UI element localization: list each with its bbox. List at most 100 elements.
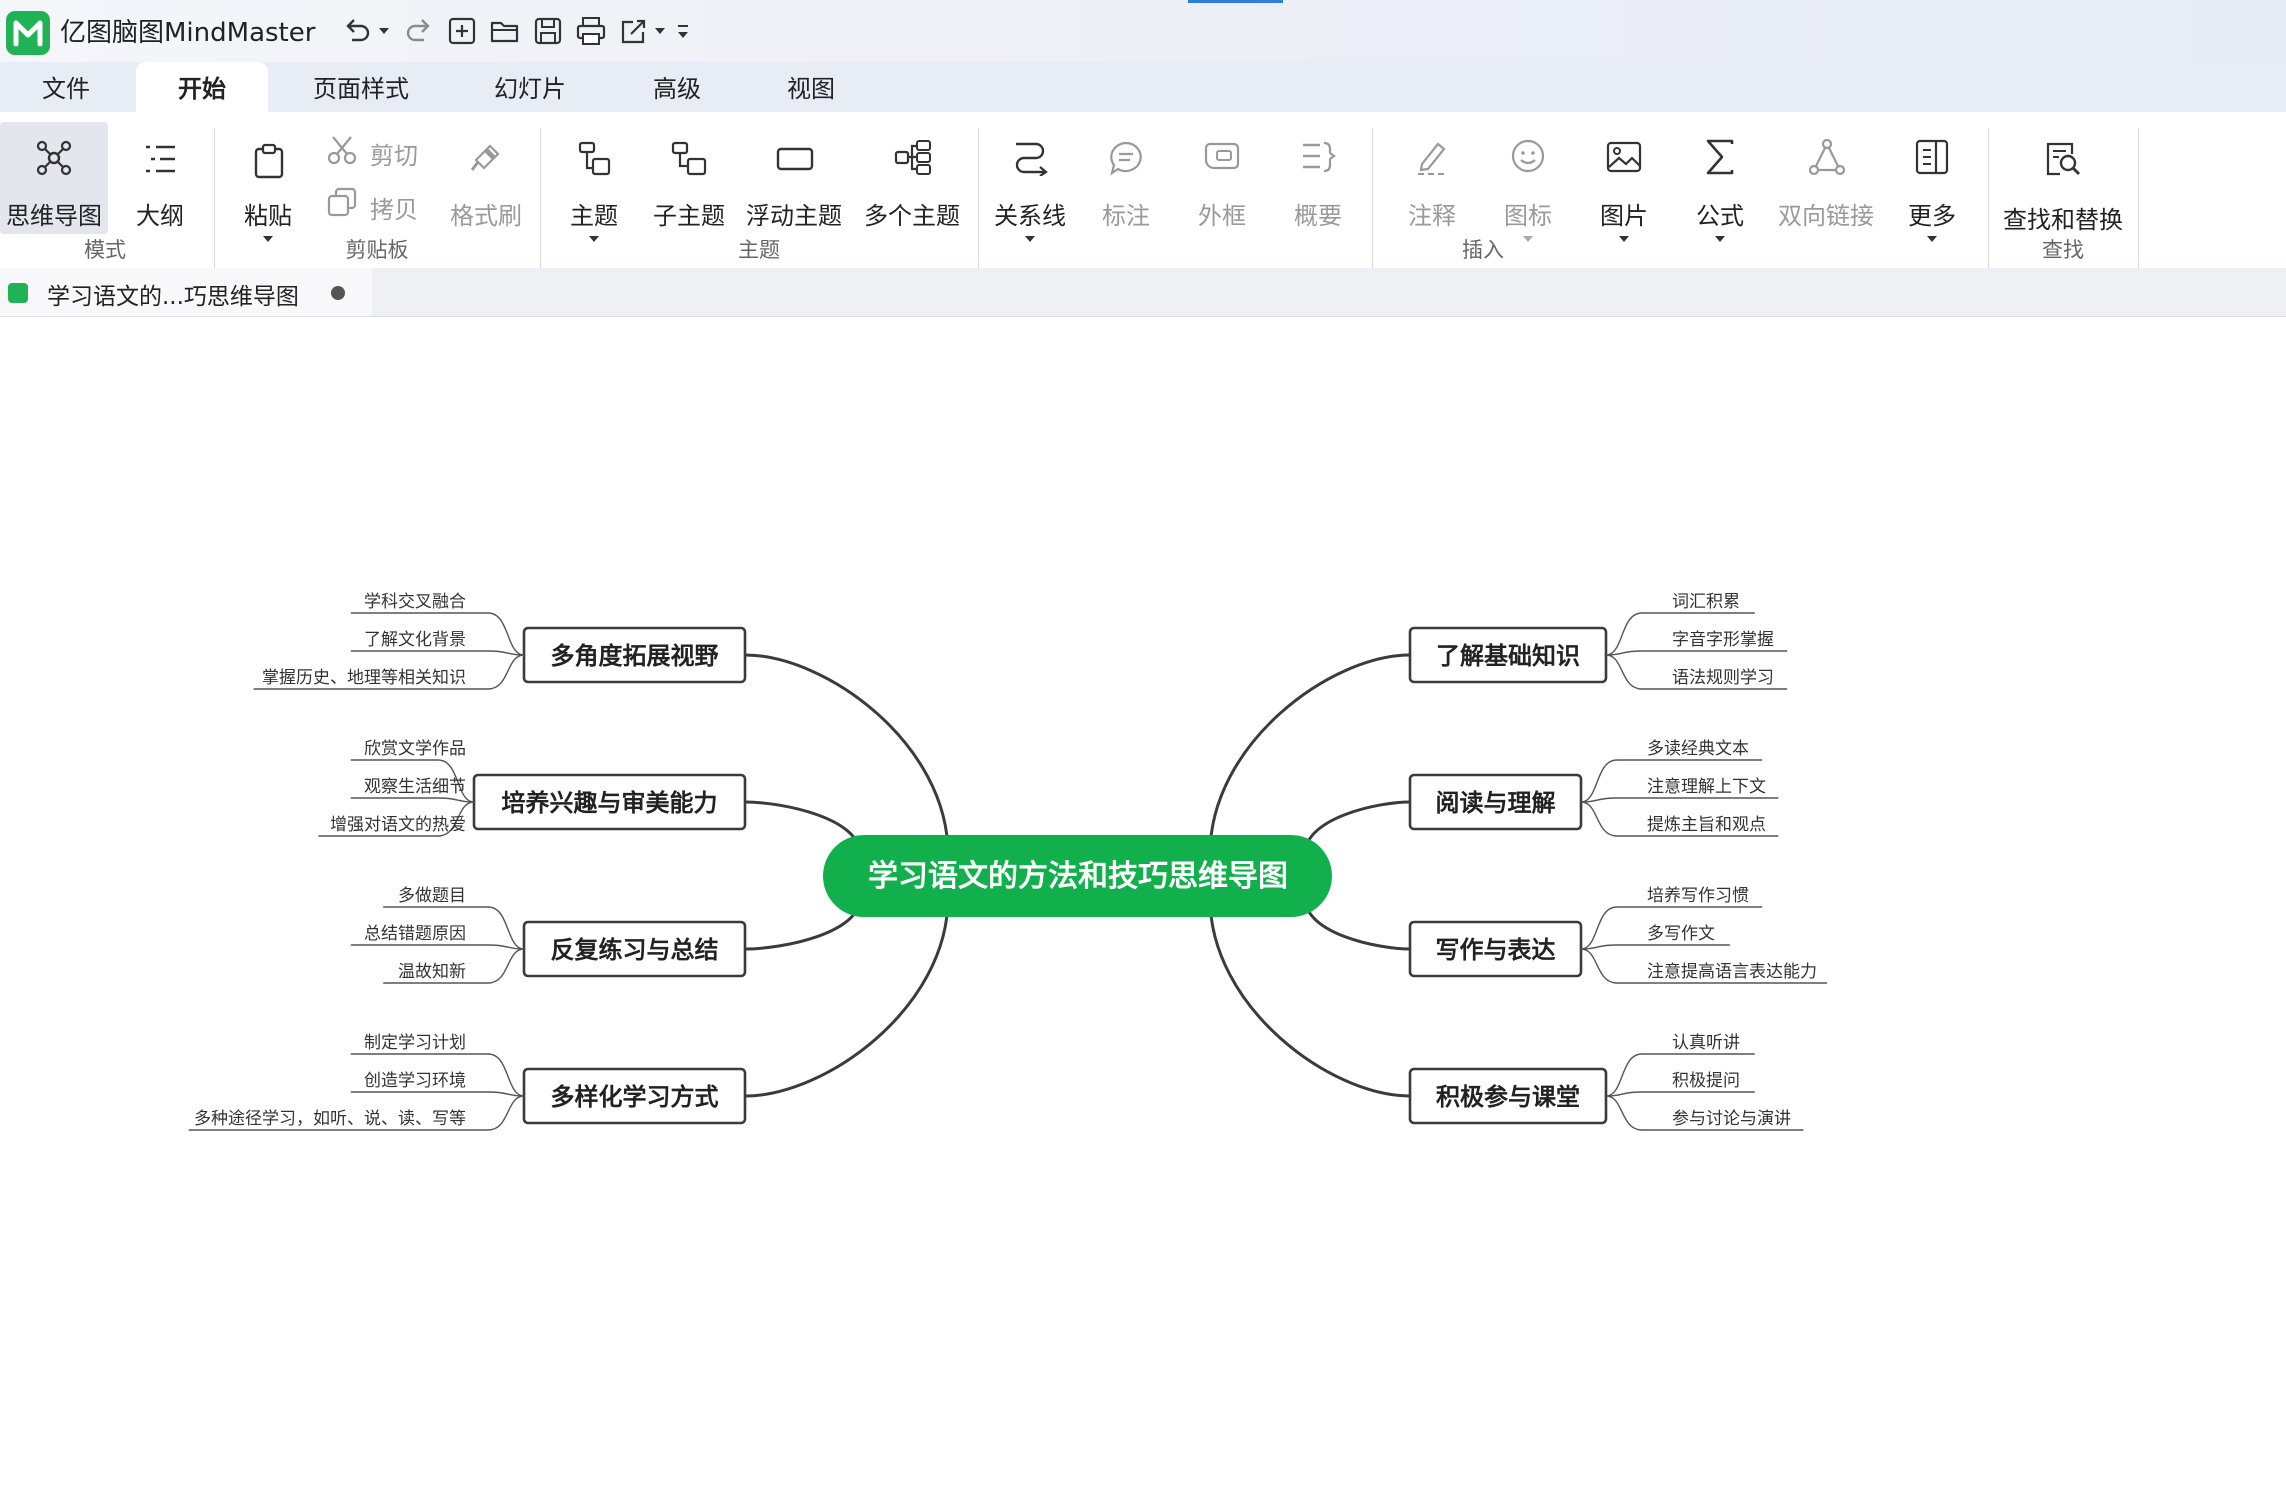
more-button[interactable]: 更多 — [1892, 122, 1972, 252]
topic-node-label: 反复练习与总结 — [551, 936, 719, 964]
summary-label: 概要 — [1294, 202, 1342, 230]
mindmap-canvas[interactable]: 多角度拓展视野 学科交叉融合 了解文化背景掌握历史、地理等相关知识培养兴趣与审美能力… — [0, 316, 2286, 1492]
group-label-clipboard: 剪贴板 — [345, 238, 409, 262]
mindmap-mode-label: 思维导图 — [6, 202, 102, 230]
menu-tab-page-style[interactable]: 页面样式 — [292, 62, 430, 112]
add-subtopic-button[interactable]: 子主题 — [650, 122, 728, 234]
subtopic-label[interactable]: 欣赏文学作品 — [364, 739, 466, 759]
bidirectional-link-label: 双向链接 — [1778, 202, 1874, 230]
mindmap-mode-icon — [36, 140, 72, 176]
topic-node[interactable]: 写作与表达 — [1408, 920, 1583, 978]
unsaved-indicator[interactable] — [331, 286, 345, 300]
export-dropdown-icon[interactable] — [655, 28, 665, 34]
save-icon[interactable] — [531, 14, 565, 48]
topic-node[interactable]: 了解基础知识 — [1408, 626, 1608, 684]
subtopic-label[interactable]: 积极提问 — [1672, 1071, 1740, 1091]
subtopic-connector — [350, 650, 525, 656]
topic-node[interactable]: 多角度拓展视野 — [522, 626, 747, 684]
note-label: 注释 — [1408, 202, 1456, 230]
menu-tab-home[interactable]: 开始 — [136, 62, 268, 112]
floating-topic-icon — [776, 147, 814, 171]
subtopic-label[interactable]: 多做题目 — [398, 886, 466, 906]
subtopic-label[interactable]: 温故知新 — [398, 962, 466, 982]
callout-button[interactable]: 标注 — [1086, 122, 1166, 234]
callout-label: 标注 — [1102, 202, 1150, 230]
print-icon[interactable] — [574, 14, 608, 48]
format-painter-button[interactable]: 格式刷 — [446, 122, 526, 234]
subtopic-label[interactable]: 提炼主旨和观点 — [1647, 815, 1766, 835]
branch-connector — [744, 653, 950, 855]
root-topic-node[interactable]: 学习语文的方法和技巧思维导图 — [823, 835, 1332, 917]
open-folder-icon[interactable] — [488, 14, 522, 48]
menu-tab-slides[interactable]: 幻灯片 — [470, 62, 590, 112]
boundary-button[interactable]: 外框 — [1182, 122, 1262, 234]
undo-dropdown-icon[interactable] — [379, 28, 389, 34]
subtopic-label[interactable]: 掌握历史、地理等相关知识 — [262, 668, 466, 688]
subtopic-label[interactable]: 多写作文 — [1647, 924, 1715, 944]
paste-button[interactable]: 粘贴 — [232, 122, 304, 252]
menu-tab-advanced[interactable]: 高级 — [626, 62, 728, 112]
topic-node-label: 阅读与理解 — [1436, 789, 1556, 817]
subtopic-connector — [1605, 1091, 1755, 1097]
subtopic-label[interactable]: 注意提高语言表达能力 — [1647, 962, 1817, 982]
find-replace-button[interactable]: 查找和替换 — [1998, 122, 2128, 234]
topic-node[interactable]: 多样化学习方式 — [522, 1067, 747, 1125]
subtopic-label[interactable]: 多种途径学习，如听、说、读、写等 — [194, 1109, 466, 1129]
subtopic-label[interactable]: 总结错题原因 — [364, 924, 466, 944]
formula-button[interactable]: 公式 — [1680, 122, 1760, 252]
copy-button[interactable]: 拷贝 — [326, 184, 436, 224]
subtopic-label[interactable]: 观察生活细节 — [364, 777, 466, 797]
format-painter-icon — [470, 144, 500, 171]
add-topic-button[interactable]: 主题 — [556, 122, 632, 252]
redo-icon[interactable] — [402, 14, 436, 48]
multiple-topics-button[interactable]: 多个主题 — [860, 122, 964, 234]
title-bar: 亿图脑图MindMaster — [0, 0, 2286, 62]
summary-button[interactable]: 概要 — [1278, 122, 1358, 234]
group-divider — [2138, 128, 2139, 278]
subtopic-label[interactable]: 语法规则学习 — [1672, 668, 1774, 688]
note-button[interactable]: 注释 — [1392, 122, 1472, 234]
document-tab[interactable]: 学习语文的...巧思维导图 — [0, 268, 372, 316]
floating-topic-label: 浮动主题 — [746, 202, 842, 230]
image-button[interactable]: 图片 — [1584, 122, 1664, 252]
topic-node[interactable]: 积极参与课堂 — [1408, 1067, 1608, 1125]
export-icon[interactable] — [617, 14, 651, 48]
subtopic-label[interactable]: 了解文化背景 — [364, 630, 466, 650]
paste-icon — [254, 143, 284, 179]
topic-node[interactable]: 培养兴趣与审美能力 — [472, 773, 747, 831]
icon-insert-button[interactable]: 图标 — [1488, 122, 1568, 252]
subtopic-label[interactable]: 培养写作习惯 — [1647, 886, 1749, 906]
relationship-button[interactable]: 关系线 — [988, 122, 1072, 252]
topic-node-label: 写作与表达 — [1436, 936, 1556, 964]
group-label-topic: 主题 — [738, 238, 780, 262]
topic-node[interactable]: 反复练习与总结 — [522, 920, 747, 978]
subtopic-label[interactable]: 学科交叉融合 — [364, 592, 466, 612]
subtopic-label[interactable]: 增强对语文的热爱 — [330, 815, 466, 835]
undo-icon[interactable] — [340, 14, 374, 48]
menu-tab-view[interactable]: 视图 — [760, 62, 862, 112]
menu-tab-file[interactable]: 文件 — [20, 62, 112, 112]
subtopic-icon — [671, 141, 707, 176]
mindmap-mode-button[interactable]: 思维导图 — [0, 122, 108, 234]
format-painter-label: 格式刷 — [450, 202, 522, 230]
subtopic-label[interactable]: 参与讨论与演讲 — [1672, 1109, 1791, 1129]
new-icon[interactable] — [445, 14, 479, 48]
subtopic-label[interactable]: 注意理解上下文 — [1647, 777, 1766, 797]
copy-icon — [327, 187, 357, 217]
more-label: 更多 — [1908, 202, 1956, 230]
cut-button[interactable]: 剪切 — [326, 132, 436, 172]
subtopic-label[interactable]: 字音字形掌握 — [1672, 630, 1774, 650]
subtopic-label[interactable]: 创造学习环境 — [364, 1071, 466, 1091]
bidirectional-link-button[interactable]: 双向链接 — [1776, 122, 1876, 234]
icon-insert-label: 图标 — [1504, 202, 1552, 230]
subtopic-label[interactable]: 词汇积累 — [1672, 592, 1740, 612]
sigma-icon — [1706, 139, 1734, 175]
topic-node[interactable]: 阅读与理解 — [1408, 773, 1583, 831]
floating-topic-button[interactable]: 浮动主题 — [744, 122, 844, 234]
customize-icon[interactable] — [672, 14, 694, 48]
subtopic-label[interactable]: 多读经典文本 — [1647, 739, 1749, 759]
subtopic-label[interactable]: 认真听讲 — [1672, 1033, 1740, 1053]
outline-mode-button[interactable]: 大纲 — [124, 122, 196, 234]
branch-connector — [744, 897, 950, 1098]
subtopic-label[interactable]: 制定学习计划 — [364, 1033, 466, 1053]
